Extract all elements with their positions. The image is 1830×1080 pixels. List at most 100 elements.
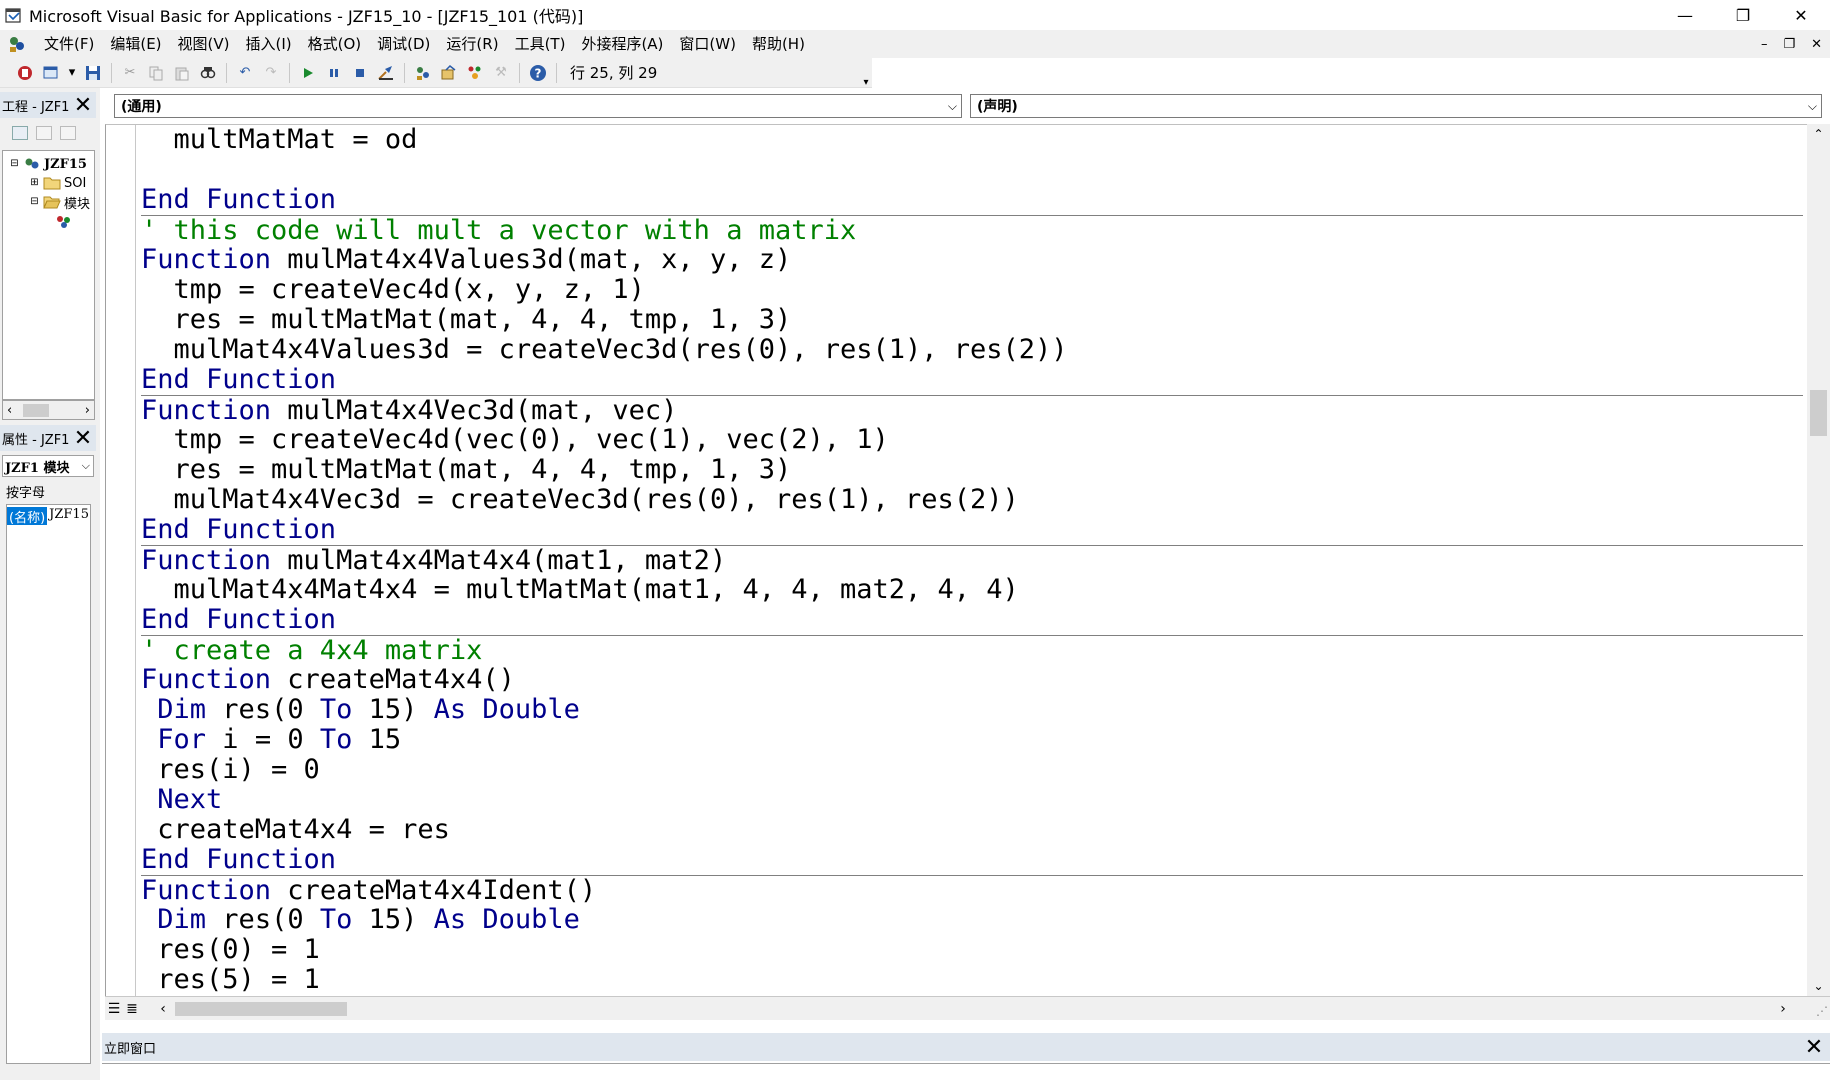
collapse-icon[interactable]: ⊟: [29, 196, 40, 208]
menu-edit[interactable]: 编辑(E): [102, 30, 169, 58]
paste-icon[interactable]: [171, 62, 193, 84]
scroll-right-icon[interactable]: ›: [85, 403, 90, 418]
code-line[interactable]: End Function: [141, 845, 1803, 875]
scroll-left-icon[interactable]: ‹: [7, 403, 12, 418]
code-line[interactable]: tmp = createVec4d(vec(0), vec(1), vec(2)…: [141, 425, 1803, 455]
tree-item-module[interactable]: [55, 213, 76, 231]
expand-icon[interactable]: ⊞: [29, 177, 40, 189]
code-line[interactable]: For i = 0 To 15: [141, 725, 1803, 755]
scroll-thumb[interactable]: [1810, 390, 1827, 436]
code-line[interactable]: Function createMat4x4(): [141, 665, 1803, 695]
toolbar-options-icon[interactable]: ▾: [860, 60, 872, 88]
code-line[interactable]: tmp = createVec4d(x, y, z, 1): [141, 275, 1803, 305]
code-line[interactable]: End Function: [141, 515, 1803, 545]
cut-icon[interactable]: ✂: [119, 62, 141, 84]
code-line[interactable]: Dim res(0 To 15) As Double: [141, 695, 1803, 725]
code-line[interactable]: multMatMat = od: [141, 125, 1803, 155]
mdi-restore-button[interactable]: ❐: [1783, 37, 1795, 52]
code-line[interactable]: Dim res(0 To 15) As Double: [141, 905, 1803, 935]
redo-icon[interactable]: ↷: [260, 62, 282, 84]
menu-debug[interactable]: 调试(D): [369, 30, 438, 58]
immediate-window-close-icon[interactable]: ✕: [1802, 1035, 1826, 1060]
close-button[interactable]: ✕: [1772, 0, 1830, 30]
chevron-down-icon[interactable]: ⌵: [1808, 99, 1817, 114]
scroll-up-icon[interactable]: ⌃: [1807, 124, 1830, 144]
code-line[interactable]: res(5) = 1: [141, 965, 1803, 995]
code-editor[interactable]: multMatMat = od End Function ' this code w…: [105, 124, 1807, 996]
copy-icon[interactable]: [145, 62, 167, 84]
code-line[interactable]: Function mulMat4x4Values3d(mat, x, y, z): [141, 245, 1803, 275]
code-line[interactable]: res = multMatMat(mat, 4, 4, tmp, 1, 3): [141, 455, 1803, 485]
run-icon[interactable]: [297, 62, 319, 84]
break-icon[interactable]: [323, 62, 345, 84]
immediate-input[interactable]: [102, 1063, 1830, 1080]
code-line[interactable]: mulMat4x4Mat4x4 = multMatMat(mat1, 4, 4,…: [141, 575, 1803, 605]
menu-run[interactable]: 运行(R): [438, 30, 506, 58]
procedure-view-icon[interactable]: ☰: [105, 1000, 123, 1018]
find-icon[interactable]: [197, 62, 219, 84]
view-code-icon[interactable]: [12, 126, 28, 140]
minimize-button[interactable]: —: [1656, 0, 1714, 30]
property-row[interactable]: (名称) JZF15: [7, 507, 89, 526]
chevron-down-icon[interactable]: ⌵: [82, 459, 90, 473]
code-line[interactable]: Function mulMat4x4Mat4x4(mat1, mat2): [141, 545, 1803, 576]
scroll-thumb[interactable]: [23, 404, 49, 417]
menu-file[interactable]: 文件(F): [36, 30, 102, 58]
mdi-close-button[interactable]: ✕: [1811, 37, 1822, 52]
menu-window[interactable]: 窗口(W): [671, 30, 744, 58]
save-icon[interactable]: [82, 62, 104, 84]
help-icon[interactable]: ?: [527, 62, 549, 84]
object-browser-icon[interactable]: [464, 62, 486, 84]
menu-format[interactable]: 格式(O): [300, 30, 370, 58]
collapse-icon[interactable]: ⊟: [9, 158, 20, 170]
scroll-thumb[interactable]: [175, 1002, 347, 1016]
code-line[interactable]: mulMat4x4Values3d = createVec3d(res(0), …: [141, 335, 1803, 365]
menu-tools[interactable]: 工具(T): [507, 30, 574, 58]
code-line[interactable]: End Function: [141, 365, 1803, 395]
scroll-left-icon[interactable]: ‹: [153, 999, 173, 1019]
vertical-scrollbar[interactable]: ⌃ ⌄: [1807, 124, 1830, 996]
property-value[interactable]: JZF15: [47, 507, 89, 525]
project-panel-close-icon[interactable]: ✕: [72, 93, 94, 118]
tree-item-project[interactable]: ⊟ JZF15: [9, 155, 87, 173]
properties-window-icon[interactable]: [438, 62, 460, 84]
chevron-down-icon[interactable]: ⌵: [948, 99, 957, 114]
code-line[interactable]: End Function: [141, 605, 1803, 635]
procedure-combo[interactable]: (声明) ⌵: [970, 94, 1822, 118]
scroll-down-icon[interactable]: ⌄: [1807, 976, 1830, 996]
dropdown-arrow-icon[interactable]: ▾: [66, 62, 78, 84]
code-line[interactable]: End Function: [141, 185, 1803, 215]
menu-addins[interactable]: 外接程序(A): [573, 30, 671, 58]
code-line[interactable]: Function mulMat4x4Vec3d(mat, vec): [141, 395, 1803, 426]
reset-icon[interactable]: [349, 62, 371, 84]
code-line[interactable]: Next: [141, 785, 1803, 815]
properties-panel-close-icon[interactable]: ✕: [72, 426, 94, 451]
toggle-folders-icon[interactable]: [60, 126, 76, 140]
code-line[interactable]: res(0) = 1: [141, 935, 1803, 965]
properties-tab-alphabetic[interactable]: 按字母: [6, 482, 45, 501]
tree-item-modules[interactable]: ⊟ 模块: [29, 193, 90, 212]
menu-insert[interactable]: 插入(I): [238, 30, 300, 58]
code-line[interactable]: Function createMat4x4Ident(): [141, 875, 1803, 906]
view-excel-icon[interactable]: [14, 62, 36, 84]
size-grip-icon[interactable]: ⋰: [1816, 1004, 1828, 1018]
design-mode-icon[interactable]: [375, 62, 397, 84]
code-line[interactable]: ' this code will mult a vector with a ma…: [141, 215, 1803, 246]
object-combo[interactable]: (通用) ⌵: [114, 94, 962, 118]
code-line[interactable]: res = multMatMat(mat, 4, 4, tmp, 1, 3): [141, 305, 1803, 335]
undo-icon[interactable]: ↶: [234, 62, 256, 84]
code-line[interactable]: res(i) = 0: [141, 755, 1803, 785]
full-module-view-icon[interactable]: ≣: [123, 1000, 141, 1018]
menu-help[interactable]: 帮助(H): [744, 30, 813, 58]
code-line[interactable]: createMat4x4 = res: [141, 815, 1803, 845]
tree-item-sheets[interactable]: ⊞ SOI: [29, 174, 86, 192]
code-line[interactable]: mulMat4x4Vec3d = createVec3d(res(0), res…: [141, 485, 1803, 515]
excel-view-icon[interactable]: [6, 34, 28, 54]
toolbox-icon[interactable]: ⚒: [490, 62, 512, 84]
properties-object-combo[interactable]: JZF1 模块 ⌵: [2, 455, 94, 477]
horizontal-scrollbar[interactable]: ‹ ›: [153, 999, 1793, 1019]
mdi-minimize-button[interactable]: –: [1761, 37, 1768, 52]
code-line[interactable]: ' create a 4x4 matrix: [141, 635, 1803, 666]
restore-button[interactable]: ❐: [1714, 0, 1772, 30]
scroll-right-icon[interactable]: ›: [1773, 999, 1793, 1019]
